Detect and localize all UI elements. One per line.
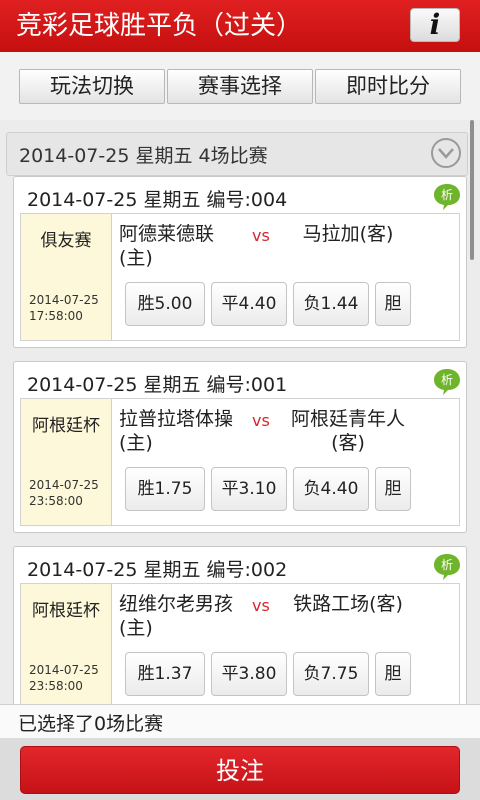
vs-label: vs [252,411,270,430]
lose-odds-button[interactable]: 负1.44 [293,282,369,326]
match-date: 2014-07-25 [29,478,99,492]
date-group-label: 2014-07-25 星期五 4场比赛 [19,145,268,167]
lose-odds-button[interactable]: 负7.75 [293,652,369,696]
league-name: 俱友赛 [40,231,92,251]
match-title: 2014-07-25 星期五 编号:004 [27,189,288,211]
league-name: 阿根廷杯 [32,601,100,621]
vs-label: vs [252,226,270,245]
info-button[interactable]: i [410,8,460,42]
match-date: 2014-07-25 [29,293,99,307]
tab-play-switch[interactable]: 玩法切换 [19,69,165,104]
match-date: 2014-07-25 [29,663,99,677]
banker-button[interactable]: 胆 [375,652,411,696]
match-body: 阿根廷杯 2014-07-25 23:58:00 纽维尔老男孩(主) vs 铁路… [20,583,460,704]
league-panel: 阿根廷杯 2014-07-25 23:58:00 [21,584,112,704]
page-title: 竞彩足球胜平负（过关） [16,11,303,41]
match-list: 2014-07-25 星期五 编号:004 析 俱友赛 2014-07-25 1… [0,176,480,704]
home-team: 阿德莱德联(主) [119,223,215,269]
banker-button[interactable]: 胆 [375,282,411,326]
league-panel: 阿根廷杯 2014-07-25 23:58:00 [21,399,112,525]
match-clock: 23:58:00 [29,494,83,508]
footer-bar: 投注 [0,738,480,800]
svg-text:析: 析 [441,558,453,572]
win-odds-button[interactable]: 胜5.00 [125,282,205,326]
banker-button[interactable]: 胆 [375,467,411,511]
match-time: 2014-07-25 23:58:00 [29,477,109,509]
match-time: 2014-07-25 23:58:00 [29,662,109,694]
home-team: 拉普拉塔体操(主) [119,408,234,454]
match-time: 2014-07-25 17:58:00 [29,292,109,324]
analysis-badge-icon[interactable]: 析 [432,367,462,397]
draw-odds-button[interactable]: 平3.80 [211,652,287,696]
match-title: 2014-07-25 星期五 编号:001 [27,374,288,396]
match-title: 2014-07-25 星期五 编号:002 [27,559,288,581]
match-body: 俱友赛 2014-07-25 17:58:00 阿德莱德联(主) vs 马拉加(… [20,213,460,341]
chevron-down-icon[interactable] [431,138,461,168]
league-name: 阿根廷杯 [32,416,100,436]
analysis-badge-icon[interactable]: 析 [432,182,462,212]
win-odds-button[interactable]: 胜1.37 [125,652,205,696]
away-team: 阿根廷青年人(客) [290,408,405,454]
win-odds-button[interactable]: 胜1.75 [125,467,205,511]
match-clock: 17:58:00 [29,309,83,323]
svg-text:析: 析 [441,373,453,387]
bet-submit-button[interactable]: 投注 [20,746,460,794]
draw-odds-button[interactable]: 平4.40 [211,282,287,326]
analysis-badge-icon[interactable]: 析 [432,552,462,582]
date-group-header[interactable]: 2014-07-25 星期五 4场比赛 [6,132,468,176]
selection-count-text: 已选择了0场比赛 [18,713,164,735]
selection-status-bar: 已选择了0场比赛 [0,704,480,739]
match-card: 2014-07-25 星期五 编号:001 析 阿根廷杯 2014-07-25 … [13,361,467,533]
home-team: 纽维尔老男孩(主) [119,593,234,639]
match-body: 阿根廷杯 2014-07-25 23:58:00 拉普拉塔体操(主) vs 阿根… [20,398,460,526]
info-icon: i [429,8,441,41]
lose-odds-button[interactable]: 负4.40 [293,467,369,511]
svg-text:析: 析 [441,188,453,202]
tab-bar: 玩法切换 赛事选择 即时比分 [0,52,480,120]
match-card: 2014-07-25 星期五 编号:002 析 阿根廷杯 2014-07-25 … [13,546,467,704]
away-team: 马拉加(客) [302,223,394,245]
league-panel: 俱友赛 2014-07-25 17:58:00 [21,214,112,340]
match-clock: 23:58:00 [29,679,83,693]
vs-label: vs [252,596,270,615]
match-card: 2014-07-25 星期五 编号:004 析 俱友赛 2014-07-25 1… [13,176,467,348]
tab-match-select[interactable]: 赛事选择 [167,69,313,104]
draw-odds-button[interactable]: 平3.10 [211,467,287,511]
away-team: 铁路工场(客) [293,593,403,615]
tab-live-score[interactable]: 即时比分 [315,69,461,104]
app-header: 竞彩足球胜平负（过关） i [0,0,480,52]
